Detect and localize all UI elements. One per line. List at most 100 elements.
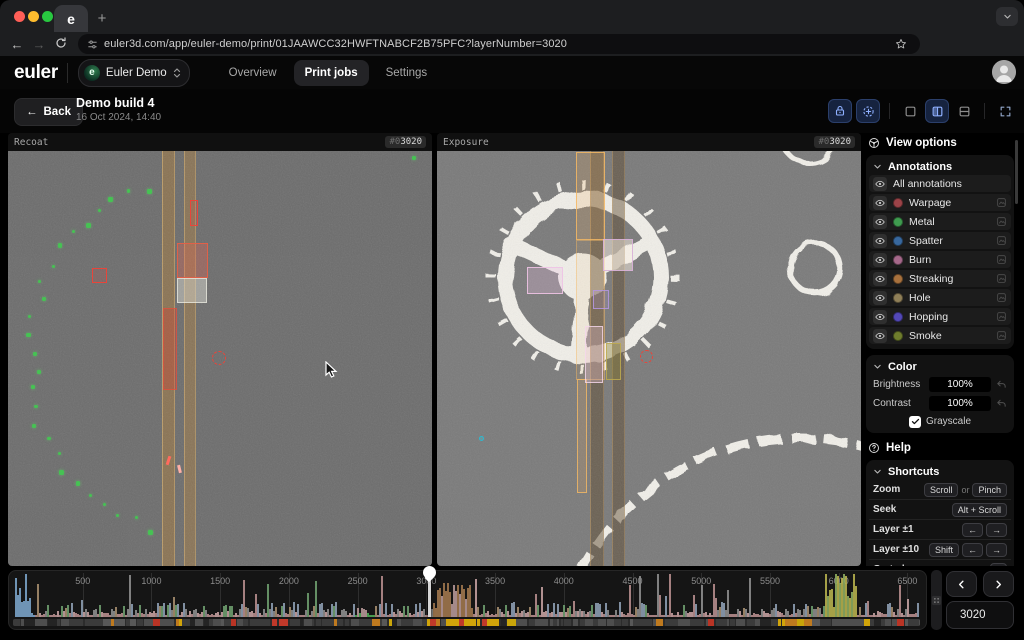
window-minimize-button[interactable] (28, 11, 39, 22)
layer-timeline[interactable]: 5001000150020002500300035004000450050005… (8, 570, 927, 630)
tab-search-button[interactable] (996, 7, 1018, 26)
recoat-image[interactable] (8, 151, 432, 566)
shortcuts-section-header[interactable]: Shortcuts (869, 463, 1011, 480)
workspace-switcher[interactable]: e Euler Demo (78, 59, 190, 87)
grayscale-row: Grayscale (869, 413, 1011, 430)
user-avatar[interactable] (992, 60, 1016, 84)
exposure-image[interactable] (437, 151, 861, 566)
shortcut-label: Zoom (873, 484, 921, 495)
annotations-section-header[interactable]: Annotations (869, 158, 1011, 175)
visibility-toggle[interactable] (873, 253, 887, 267)
header-nav-item[interactable]: Settings (375, 60, 439, 86)
annotation-row[interactable]: Warpage (869, 194, 1011, 211)
contrast-reset-icon[interactable] (996, 398, 1007, 409)
timeline-chart[interactable]: 5001000150020002500300035004000450050005… (13, 573, 920, 617)
color-section-header[interactable]: Color (869, 358, 1011, 375)
layer-number-input[interactable] (946, 601, 1014, 629)
contrast-label: Contrast (873, 398, 924, 409)
warpage-annotation-box[interactable] (177, 278, 207, 303)
single-pane-icon (904, 105, 917, 118)
build-date: 16 Oct 2024, 14:40 (76, 112, 161, 123)
new-tab-button[interactable]: + (92, 8, 112, 28)
streaking-annotation-box[interactable] (576, 152, 605, 240)
annotation-row[interactable]: Spatter (869, 232, 1011, 249)
severity-segment (130, 619, 136, 626)
brightness-label: Brightness (873, 379, 924, 390)
brightness-input[interactable]: 100% (929, 377, 991, 392)
visibility-toggle[interactable] (873, 329, 887, 343)
annotation-row[interactable]: Hopping (869, 308, 1011, 325)
back-button[interactable]: ←Back (14, 98, 83, 126)
window-close-button[interactable] (14, 11, 25, 22)
visibility-toggle[interactable] (873, 272, 887, 286)
annotation-image-icon[interactable] (996, 292, 1007, 303)
next-layer-button[interactable] (983, 571, 1014, 597)
annotation-row[interactable]: Hole (869, 289, 1011, 306)
visibility-toggle[interactable] (873, 291, 887, 305)
annotation-row[interactable]: Metal (869, 213, 1011, 230)
url-bar[interactable]: euler3d.com/app/euler-demo/print/01JAAWC… (78, 34, 920, 54)
burn-annotation-box[interactable] (527, 267, 563, 294)
workspace-logo: e (84, 65, 100, 81)
fullscreen-button[interactable] (994, 100, 1016, 122)
bookmark-star-icon[interactable] (895, 38, 907, 50)
recoat-panel[interactable]: Recoat #03020 (8, 133, 432, 566)
visibility-toggle[interactable] (873, 196, 887, 210)
layout-single-button[interactable] (899, 100, 921, 122)
hole-annotation-box[interactable] (606, 343, 621, 380)
brightness-reset-icon[interactable] (996, 379, 1007, 390)
shortcut-row: Layer ±1 ←→ (869, 519, 1011, 539)
visibility-toggle[interactable] (873, 215, 887, 229)
grayscale-checkbox[interactable] (909, 416, 921, 428)
annotation-image-icon[interactable] (996, 311, 1007, 322)
selection-crosshair (212, 351, 226, 365)
header-nav-item[interactable]: Print jobs (294, 60, 369, 86)
previous-layer-button[interactable] (946, 571, 977, 597)
annotation-image-icon[interactable] (996, 197, 1007, 208)
reload-button[interactable] (50, 37, 72, 52)
warpage-annotation-box[interactable] (177, 243, 208, 278)
brand-logo[interactable]: euler (14, 62, 58, 84)
annotation-image-icon[interactable] (996, 216, 1007, 227)
window-zoom-button[interactable] (42, 11, 53, 22)
all-annotations-row[interactable]: All annotations (869, 175, 1011, 192)
browser-back-button[interactable]: ← (6, 37, 28, 52)
shortcut-label: Layer ±10 (873, 544, 926, 555)
annotation-row[interactable]: Burn (869, 251, 1011, 268)
warpage-annotation-box[interactable] (190, 200, 198, 226)
streaking-annotation-box[interactable] (577, 379, 587, 493)
hopping-annotation-box[interactable] (593, 290, 609, 309)
visibility-toggle[interactable] (873, 310, 887, 324)
browser-forward-button[interactable]: → (28, 37, 50, 52)
annotation-image-icon[interactable] (996, 273, 1007, 284)
annotation-color-swatch (893, 312, 903, 322)
layout-split-vertical-button[interactable] (925, 99, 949, 123)
browser-tab[interactable]: e (54, 5, 88, 32)
lock-view-button[interactable] (828, 99, 852, 123)
burn-annotation-box[interactable] (585, 326, 603, 383)
exposure-panel[interactable]: Exposure #03020 (437, 133, 861, 566)
burn-annotation-box[interactable] (603, 239, 633, 271)
keycap: ← (962, 523, 983, 537)
annotation-image-icon[interactable] (996, 254, 1007, 265)
shortcut-row: Zoom ScrollorPinch (869, 480, 1011, 499)
annotation-row[interactable]: Smoke (869, 327, 1011, 344)
site-settings-icon[interactable] (87, 39, 98, 50)
visibility-toggle[interactable] (873, 234, 887, 248)
warpage-annotation-box[interactable] (163, 308, 177, 390)
visibility-toggle[interactable] (873, 177, 887, 191)
scrubber-handle[interactable] (423, 566, 436, 579)
annotation-image-icon[interactable] (996, 330, 1007, 341)
contrast-input[interactable]: 100% (929, 396, 991, 411)
annotation-label: Spatter (909, 235, 990, 247)
layout-split-horizontal-button[interactable] (953, 100, 975, 122)
annotation-image-icon[interactable] (996, 235, 1007, 246)
annotation-row[interactable]: Streaking (869, 270, 1011, 287)
warpage-annotation-box[interactable] (92, 268, 107, 283)
fit-view-button[interactable] (856, 99, 880, 123)
severity-segment (856, 619, 864, 626)
timeline-resize-handle[interactable] (931, 570, 942, 630)
sidebar-scrollbar[interactable] (1015, 140, 1018, 204)
keycap: ← (962, 543, 983, 557)
header-nav-item[interactable]: Overview (218, 60, 288, 86)
